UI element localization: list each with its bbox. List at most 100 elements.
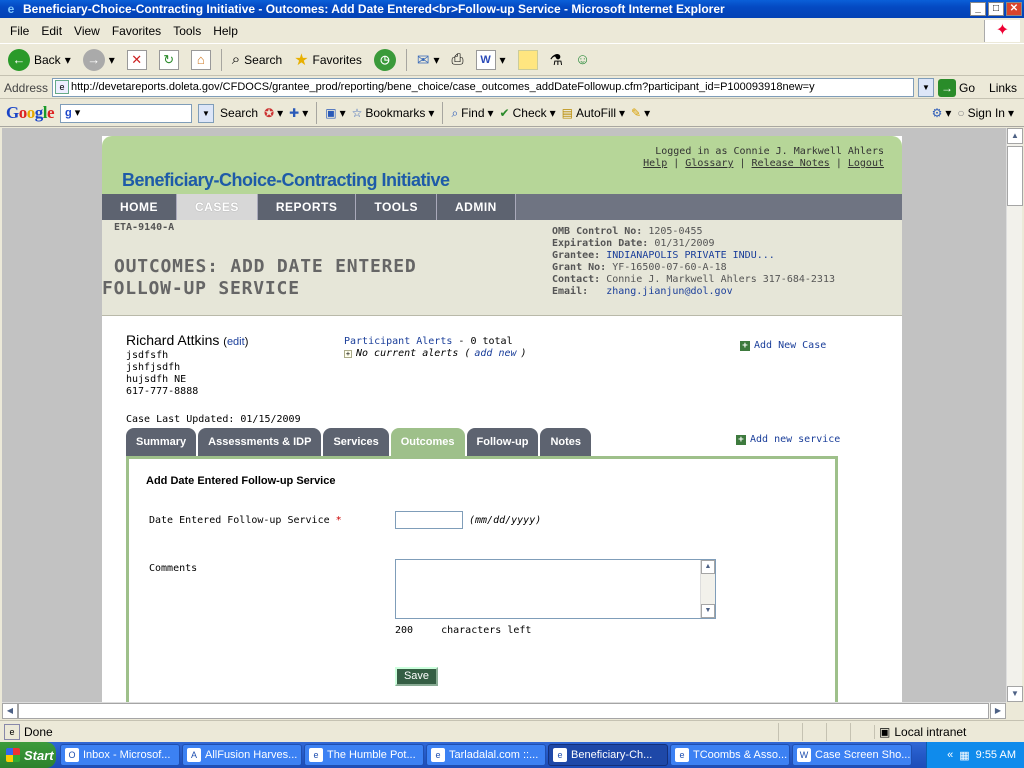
- grantee-link[interactable]: INDIANAPOLIS PRIVATE INDU...: [606, 250, 775, 261]
- stop-button[interactable]: ✕: [123, 49, 151, 70]
- menu-favorites[interactable]: Favorites: [106, 24, 167, 38]
- email-link[interactable]: zhang.jianjun@dol.gov: [606, 286, 732, 297]
- edit-word-button[interactable]: W ▾: [472, 49, 510, 70]
- tab-assessments-idp[interactable]: Assessments & IDP: [198, 428, 322, 456]
- minimize-button[interactable]: _: [970, 2, 986, 16]
- edit-participant-link[interactable]: edit: [227, 336, 245, 348]
- textarea-scrollbar[interactable]: ▲ ▼: [700, 560, 715, 618]
- task-inbox[interactable]: O Inbox - Microsof...: [60, 744, 180, 766]
- address-input[interactable]: e http://devetareports.doleta.gov/CFDOCS/…: [52, 78, 914, 97]
- comments-textarea[interactable]: ▲ ▼: [395, 559, 716, 619]
- bookmarks-button[interactable]: ☆ Bookmarks ▾: [352, 106, 435, 120]
- start-button[interactable]: Start: [0, 742, 56, 768]
- task-humble-pot[interactable]: e The Humble Pot...: [304, 744, 424, 766]
- scroll-up-icon[interactable]: ▲: [1007, 128, 1023, 144]
- nav-tools[interactable]: TOOLS: [356, 194, 437, 220]
- spellcheck-button[interactable]: ✔ Check ▾: [500, 106, 556, 120]
- network-icon[interactable]: ▦: [959, 749, 969, 762]
- windows-logo-icon: ✦: [984, 20, 1020, 42]
- highlight-button[interactable]: ✎ ▾: [631, 106, 650, 120]
- search-button[interactable]: ⌕ Search: [228, 51, 286, 68]
- sign-in-button[interactable]: ○ Sign In ▾: [957, 106, 1014, 120]
- task-beneficiary[interactable]: e Beneficiary-Ch...: [548, 744, 668, 766]
- print-button[interactable]: ⎙: [448, 51, 468, 68]
- date-entered-input[interactable]: [395, 511, 463, 529]
- page-heading: OUTCOMES: ADD DATE ENTERED FOLLOW-UP SER…: [102, 256, 417, 299]
- add-button[interactable]: ✚ ▾: [289, 106, 308, 120]
- add-alert-link[interactable]: add new: [474, 348, 516, 360]
- close-button[interactable]: ✕: [1006, 2, 1022, 16]
- autofill-button[interactable]: ▤ AutoFill ▾: [562, 106, 625, 120]
- tray-expand-icon[interactable]: «: [947, 749, 953, 761]
- popup-blocker-button[interactable]: ▣ ▾: [325, 106, 345, 120]
- google-search-dropdown[interactable]: ▼: [198, 103, 215, 123]
- tab-summary[interactable]: Summary: [126, 428, 197, 456]
- expand-icon[interactable]: +: [344, 350, 352, 358]
- pagerank-icon: ✪: [264, 106, 275, 120]
- menu-view[interactable]: View: [68, 24, 106, 38]
- plus-icon[interactable]: +: [740, 340, 750, 351]
- scroll-down-icon[interactable]: ▼: [1007, 686, 1023, 702]
- notes-button[interactable]: [514, 49, 542, 70]
- nav-reports[interactable]: REPORTS: [257, 194, 357, 220]
- tab-follow-up[interactable]: Follow-up: [466, 428, 539, 456]
- back-button[interactable]: ← Back ▾: [4, 48, 75, 71]
- task-allfusion[interactable]: A AllFusion Harves...: [182, 744, 302, 766]
- messenger-button[interactable]: ☺: [571, 51, 594, 68]
- help-link[interactable]: Help: [643, 158, 667, 169]
- address-dropdown-button[interactable]: ▼: [918, 78, 934, 97]
- nav-cases[interactable]: CASES: [177, 194, 258, 220]
- google-search-button[interactable]: Search: [220, 106, 258, 120]
- research-button[interactable]: ⚗: [546, 51, 567, 69]
- site-header: Logged in as Connie J. Markwell Ahlers H…: [102, 136, 902, 194]
- tab-services[interactable]: Services: [323, 428, 389, 456]
- google-search-input[interactable]: g ▾: [60, 103, 193, 123]
- history-button[interactable]: ◷: [370, 48, 400, 71]
- logged-in-text: Logged in as Connie J. Markwell Ahlers: [655, 146, 884, 157]
- add-new-case-link[interactable]: Add New Case: [754, 340, 826, 351]
- home-button[interactable]: ⌂: [187, 49, 215, 70]
- menu-help[interactable]: Help: [207, 24, 244, 38]
- favorites-button[interactable]: ★ Favorites: [290, 50, 366, 70]
- task-tarladalal[interactable]: e Tarladalal.com ::...: [426, 744, 546, 766]
- pagerank-button[interactable]: ✪ ▾: [264, 106, 283, 120]
- scroll-down-icon[interactable]: ▼: [701, 604, 715, 618]
- scroll-right-icon[interactable]: ▶: [990, 703, 1006, 719]
- task-tcoombs[interactable]: e TCoombs & Asso...: [670, 744, 790, 766]
- tab-notes[interactable]: Notes: [540, 428, 592, 456]
- allfusion-icon: A: [187, 748, 201, 762]
- tab-outcomes[interactable]: Outcomes: [390, 428, 465, 456]
- add-new-service-link[interactable]: Add new service: [750, 434, 840, 445]
- save-button[interactable]: Save: [395, 667, 438, 686]
- menu-file[interactable]: File: [4, 24, 35, 38]
- task-case-screen[interactable]: W Case Screen Sho...: [792, 744, 912, 766]
- scroll-thumb[interactable]: [1007, 146, 1023, 206]
- release-notes-link[interactable]: Release Notes: [752, 158, 830, 169]
- forward-button[interactable]: → ▾: [79, 48, 119, 71]
- maximize-button[interactable]: □: [988, 2, 1004, 16]
- address-bar: Address e http://devetareports.doleta.gov…: [0, 77, 1024, 99]
- scroll-left-icon[interactable]: ◀: [2, 703, 18, 719]
- nav-admin[interactable]: ADMIN: [436, 194, 516, 220]
- word-icon: W: [797, 748, 811, 762]
- nav-home[interactable]: HOME: [102, 194, 177, 220]
- vertical-scrollbar[interactable]: ▲ ▼: [1006, 128, 1023, 702]
- menu-edit[interactable]: Edit: [35, 24, 68, 38]
- logout-link[interactable]: Logout: [848, 158, 884, 169]
- find-button[interactable]: ⌕ Find ▾: [451, 106, 493, 121]
- menu-tools[interactable]: Tools: [167, 24, 207, 38]
- popup-icon: ▣: [325, 106, 337, 120]
- outlook-icon: O: [65, 748, 79, 762]
- plus-icon[interactable]: +: [736, 434, 746, 445]
- settings-button[interactable]: ⚙ ▾: [932, 106, 952, 120]
- links-button[interactable]: Links: [989, 81, 1017, 95]
- go-button[interactable]: → Go: [938, 78, 975, 97]
- scroll-thumb[interactable]: [18, 703, 989, 719]
- glossary-link[interactable]: Glossary: [685, 158, 733, 169]
- refresh-button[interactable]: ↻: [155, 49, 183, 70]
- participant-alerts-link[interactable]: Participant Alerts: [344, 336, 452, 347]
- horizontal-scrollbar[interactable]: ◀ ▶: [2, 702, 1006, 719]
- scroll-up-icon[interactable]: ▲: [701, 560, 715, 574]
- page-container: Logged in as Connie J. Markwell Ahlers H…: [102, 136, 902, 702]
- mail-button[interactable]: ✉ ▾: [413, 51, 444, 69]
